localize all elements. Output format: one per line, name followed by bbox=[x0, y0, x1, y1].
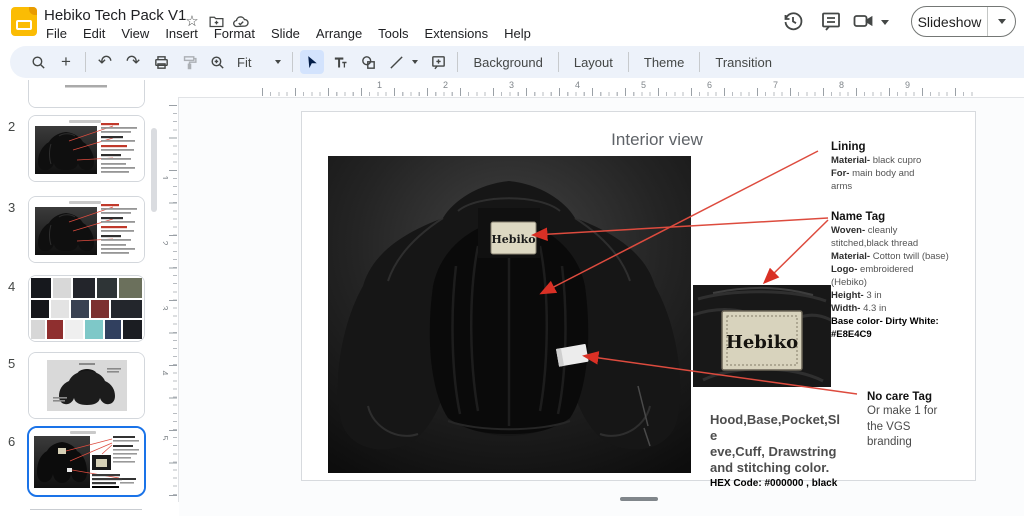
name-tag-closeup-image[interactable]: Hebiko bbox=[693, 285, 831, 387]
menu-slide[interactable]: Slide bbox=[263, 24, 308, 43]
document-title[interactable]: Hebiko Tech Pack V1 bbox=[44, 7, 186, 24]
next-slide-edge bbox=[30, 509, 142, 510]
slide-thumbnail-3[interactable] bbox=[28, 196, 145, 263]
comments-icon[interactable] bbox=[819, 9, 843, 33]
menu-edit[interactable]: Edit bbox=[75, 24, 113, 43]
menu-insert[interactable]: Insert bbox=[157, 24, 206, 43]
filmstrip-scrollbar[interactable] bbox=[151, 128, 157, 212]
menu-file[interactable]: File bbox=[38, 24, 75, 43]
slide-editor[interactable]: Interior view Hebiko He bbox=[301, 111, 976, 481]
canvas-left-border bbox=[178, 97, 179, 502]
insert-comment-icon[interactable] bbox=[426, 50, 450, 74]
slide-thumbnail-6-selected[interactable] bbox=[27, 426, 146, 497]
slideshow-button[interactable]: Slideshow bbox=[911, 6, 1016, 37]
search-icon[interactable] bbox=[26, 50, 50, 74]
name-tag-note[interactable]: Name Tag Woven- cleanly stitched,black t… bbox=[831, 211, 971, 341]
menu-tools[interactable]: Tools bbox=[370, 24, 416, 43]
slide-thumbnail-2[interactable] bbox=[28, 115, 145, 182]
slide-number-6: 6 bbox=[8, 434, 15, 449]
version-history-icon[interactable] bbox=[781, 9, 805, 33]
slide-thumbnail-4[interactable] bbox=[28, 275, 145, 342]
menu-format[interactable]: Format bbox=[206, 24, 263, 43]
select-cursor-icon[interactable] bbox=[300, 50, 324, 74]
slideshow-label: Slideshow bbox=[912, 7, 987, 36]
slide-number-4: 4 bbox=[8, 279, 15, 294]
app-header: Hebiko Tech Pack V1 ☆ File Edit View Ins… bbox=[0, 0, 1024, 46]
meet-camera-icon[interactable] bbox=[851, 9, 875, 33]
slide-number-2: 2 bbox=[8, 119, 15, 134]
menu-extensions[interactable]: Extensions bbox=[417, 24, 497, 43]
menu-bar: File Edit View Insert Format Slide Arran… bbox=[38, 24, 539, 43]
slideshow-dropdown[interactable] bbox=[988, 7, 1015, 36]
shape-icon[interactable] bbox=[356, 50, 380, 74]
add-icon[interactable]: + bbox=[54, 50, 78, 74]
redo-icon[interactable]: ↷ bbox=[121, 50, 145, 74]
paint-format-icon[interactable] bbox=[177, 50, 201, 74]
lining-note[interactable]: Lining Material- black cupro For- main b… bbox=[831, 141, 949, 193]
main-brand-label: Hebiko bbox=[491, 222, 536, 254]
slide-thumbnail-5[interactable] bbox=[28, 352, 145, 419]
logo-fold bbox=[29, 7, 37, 15]
transition-button[interactable]: Transition bbox=[705, 55, 782, 70]
nametag-closeup-arrow bbox=[765, 220, 828, 282]
layout-button[interactable]: Layout bbox=[564, 55, 623, 70]
menu-help[interactable]: Help bbox=[496, 24, 539, 43]
logo-bar bbox=[16, 20, 32, 30]
speaker-notes-handle[interactable] bbox=[620, 497, 658, 501]
vertical-ruler: 1 2 3 4 5 bbox=[163, 97, 178, 505]
camera-dropdown-caret[interactable] bbox=[881, 20, 889, 25]
color-note[interactable]: Hood,Base,Pocket,Sle eve,Cuff, Drawstrin… bbox=[710, 412, 846, 489]
print-icon[interactable] bbox=[149, 50, 173, 74]
toolbar: + ↶ ↷ Fit Background Layout Theme Transi… bbox=[10, 46, 1024, 78]
svg-text:Hebiko: Hebiko bbox=[726, 332, 798, 353]
line-icon[interactable] bbox=[384, 50, 408, 74]
slide-filmstrip: 2 3 4 5 6 bbox=[0, 80, 163, 516]
menu-arrange[interactable]: Arrange bbox=[308, 24, 370, 43]
slide-thumbnail-1[interactable] bbox=[28, 80, 145, 108]
slide-number-5: 5 bbox=[8, 356, 15, 371]
background-button[interactable]: Background bbox=[463, 55, 552, 70]
jacket-interior-image[interactable]: Hebiko bbox=[328, 156, 691, 473]
slides-logo[interactable] bbox=[11, 7, 37, 36]
canvas-top-border bbox=[178, 97, 1024, 98]
slide-title[interactable]: Interior view bbox=[547, 130, 767, 150]
zoom-in-icon[interactable] bbox=[205, 50, 229, 74]
theme-button[interactable]: Theme bbox=[634, 55, 694, 70]
line-dropdown-caret[interactable] bbox=[412, 60, 418, 64]
svg-text:Hebiko: Hebiko bbox=[491, 233, 535, 246]
zoom-value: Fit bbox=[237, 55, 251, 70]
menu-view[interactable]: View bbox=[113, 24, 157, 43]
undo-icon[interactable]: ↶ bbox=[93, 50, 117, 74]
zoom-select[interactable]: Fit bbox=[233, 50, 285, 74]
textbox-icon[interactable] bbox=[328, 50, 352, 74]
no-care-tag-note[interactable]: No care Tag Or make 1 for the VGS brandi… bbox=[867, 391, 963, 451]
horizontal-ruler: 1 2 3 4 5 6 7 8 9 bbox=[178, 83, 1024, 97]
closeup-brand-label: Hebiko bbox=[722, 311, 802, 370]
slide-number-3: 3 bbox=[8, 200, 15, 215]
